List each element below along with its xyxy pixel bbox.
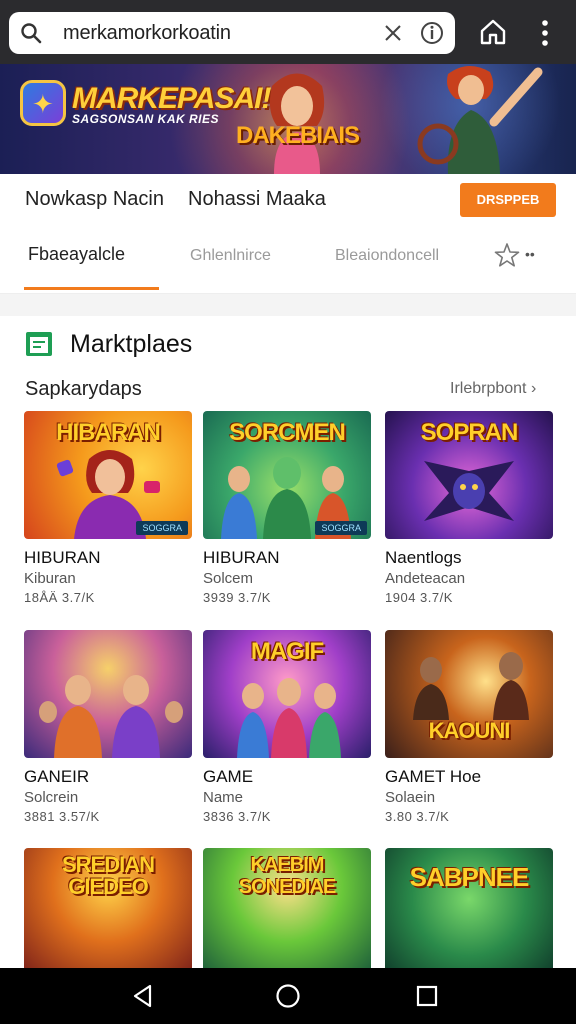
thumbnail-title: KAOUNI	[428, 718, 511, 743]
promo-banner[interactable]: ✦ MARKEPASAI! SAGSONSAN KAK RIES DAKEBIA…	[0, 64, 576, 174]
game-thumbnail[interactable]	[24, 630, 192, 758]
game-category: Name	[203, 789, 244, 806]
character-group-illustration	[237, 678, 341, 758]
game-thumbnail[interactable]: SORCMEN SOGGRA	[203, 411, 371, 539]
game-card[interactable]: GANEIR Solcrein 3881 3.57/K	[24, 630, 192, 824]
tab-1[interactable]: Fbaeayalcle	[28, 244, 125, 265]
back-icon[interactable]	[130, 983, 156, 1009]
game-card[interactable]: SORCMEN SOGGRA HIBURAN Solcem 3939 3.7/K	[203, 411, 371, 605]
game-thumbnail[interactable]: MAGIF	[203, 630, 371, 758]
banner-badge: DAKEBIAIS	[236, 122, 360, 149]
banner-hero-illustration	[417, 65, 543, 174]
creature-illustration	[424, 461, 514, 521]
game-category: Kiburan	[24, 570, 76, 587]
system-nav-bar	[0, 968, 576, 1024]
marketplace-icon	[26, 332, 52, 356]
game-name: GANEIR	[24, 767, 90, 786]
game-category: Solcrein	[24, 789, 79, 806]
thumbnail-title: SORCMEN	[229, 419, 346, 446]
search-icon	[21, 23, 42, 44]
game-stats: 3939 3.7/K	[203, 590, 271, 605]
game-thumbnail[interactable]: KAEBIM SONEDIAE	[203, 848, 371, 976]
thumbnail-title: SABPNEE	[409, 862, 530, 892]
section-title: Marktplaes	[70, 330, 193, 358]
tab-2[interactable]: Ghlenlnirce	[190, 247, 271, 265]
game-stats: 1904 3.7/K	[385, 590, 453, 605]
game-name: GAMET Hoe	[385, 767, 482, 786]
game-thumbnail[interactable]: KAOUNI	[385, 630, 553, 758]
more-vert-icon[interactable]	[535, 18, 555, 48]
active-tab-indicator	[24, 287, 159, 290]
clear-icon[interactable]	[381, 21, 405, 45]
home-icon[interactable]	[479, 18, 507, 46]
game-card[interactable]: SREDIAN GIEDEO	[24, 848, 192, 976]
game-card[interactable]: SOPRAN Naentlogs Andeteacan 1904 3.7/K	[385, 411, 553, 605]
see-all-link[interactable]: Irlebrpbont ›	[450, 380, 536, 398]
browser-toolbar: merkamorkorkoatin	[0, 0, 576, 64]
home-button-icon[interactable]	[275, 983, 301, 1009]
character-group-illustration	[39, 675, 183, 758]
game-card[interactable]: KAEBIM SONEDIAE	[203, 848, 371, 976]
thumbnail-title: SREDIAN GIEDEO	[61, 852, 155, 899]
game-card[interactable]: KAOUNI GAMET Hoe Solaein 3.80 3.7/K	[385, 630, 553, 824]
game-thumbnail[interactable]: SABPNEE	[385, 848, 553, 976]
game-name: GAME	[203, 767, 254, 786]
game-stats: 18ÅÄ 3.7/K	[24, 590, 95, 605]
tab-3[interactable]: Bleaiondoncell	[335, 247, 439, 265]
nav-link-2[interactable]: Nohassi Maaka	[188, 188, 326, 211]
game-thumbnail[interactable]: HIBARAN SOGGRA	[24, 411, 192, 539]
game-name: HIBURAN	[203, 548, 280, 567]
logo-glyph-icon: ✦	[32, 89, 54, 119]
game-stats: 3836 3.7/K	[203, 809, 271, 824]
banner-title: MARKEPASAI!	[72, 82, 271, 115]
thumbnail-title: SOPRAN	[420, 419, 519, 446]
game-thumbnail[interactable]: SOPRAN	[385, 411, 553, 539]
thumbnail-title: KAEBIM SONEDIAE	[238, 854, 336, 898]
url-text[interactable]: merkamorkorkoatin	[63, 22, 231, 45]
recent-apps-icon[interactable]	[416, 984, 438, 1008]
thumbnail-title: MAGIF	[250, 638, 324, 665]
section-divider	[0, 294, 576, 316]
game-stats: 3881 3.57/K	[24, 809, 100, 824]
cta-button[interactable]: DRSPPEB	[460, 183, 556, 217]
game-card[interactable]: SABPNEE	[385, 848, 553, 976]
game-category: Solaein	[385, 789, 436, 806]
app-logo: ✦	[20, 80, 66, 126]
game-category: Solcem	[203, 570, 254, 587]
game-name: HIBURAN	[24, 548, 101, 567]
nav-link-1[interactable]: Nowkasp Nacin	[25, 188, 164, 211]
character-group-illustration	[413, 652, 529, 720]
tabs-overflow[interactable]: ••	[525, 246, 535, 262]
section-subtitle: Sapkarydaps	[25, 378, 142, 400]
info-icon[interactable]	[419, 20, 445, 46]
game-category: Andeteacan	[385, 570, 466, 587]
banner-subtitle: SAGSONSAN KAK RIES	[72, 112, 220, 126]
game-name: Naentlogs	[385, 548, 462, 567]
game-card[interactable]: HIBARAN SOGGRA HIBURAN Kiburan 18ÅÄ 3.7/…	[24, 411, 192, 605]
thumbnail-tag: SOGGRA	[315, 521, 367, 535]
game-card[interactable]: MAGIF GAME Name 3836 3.7/K	[203, 630, 371, 824]
address-bar[interactable]: merkamorkorkoatin	[9, 12, 455, 54]
star-icon[interactable]	[494, 242, 520, 268]
banner-character-illustration	[269, 73, 325, 174]
game-thumbnail[interactable]: SREDIAN GIEDEO	[24, 848, 192, 976]
thumbnail-tag: SOGGRA	[136, 521, 188, 535]
game-stats: 3.80 3.7/K	[385, 809, 450, 824]
